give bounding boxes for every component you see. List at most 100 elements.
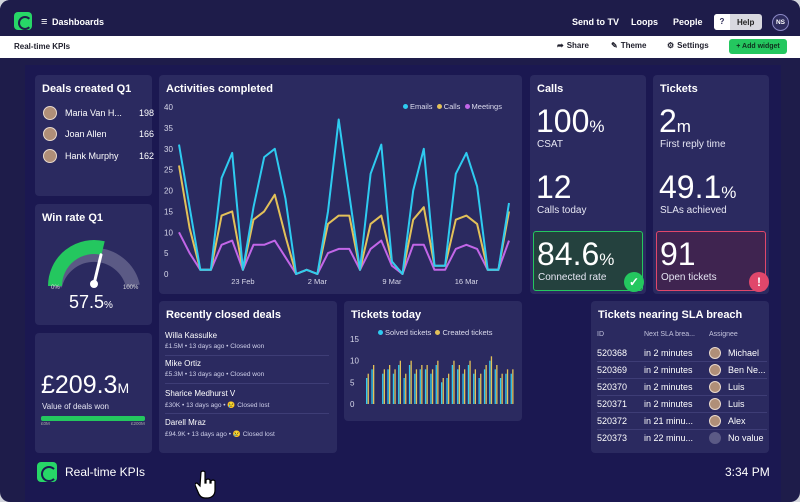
reply-time-value: 2m [659, 105, 691, 137]
tickets-today-widget[interactable]: Tickets today Solved tickets Created tic… [344, 301, 522, 421]
column-header[interactable]: Next SLA brea... [644, 331, 695, 338]
y-tick-label: 10 [164, 228, 173, 237]
list-item[interactable]: Mike Ortiz £5.3M • 13 days ago • Closed … [165, 359, 329, 385]
avatar [43, 106, 57, 120]
bar-solved-tickets [435, 365, 437, 404]
table-row[interactable]: 520371 in 2 minutes Luis [597, 396, 767, 413]
theme-button[interactable]: ✎ Theme [611, 41, 647, 50]
leaderboard-row: Joan Allen 166 [43, 126, 154, 144]
user-avatar[interactable]: NS [772, 14, 789, 31]
avatar [43, 127, 57, 141]
breach-time: in 22 minu... [644, 433, 694, 443]
deal-name: Willa Kassulke [165, 331, 218, 340]
person-name: Maria Van H... [65, 108, 122, 118]
y-tick-label: 30 [164, 145, 173, 154]
csat-unit: % [589, 117, 605, 136]
check-icon: ✓ [624, 272, 644, 292]
bar-solved-tickets [483, 369, 486, 404]
bar-solved-tickets [505, 373, 507, 404]
ticket-id: 520373 [597, 433, 628, 443]
calls-widget[interactable]: Calls 100% CSAT 12 Calls today 84.6% Con… [530, 75, 646, 294]
bar-created-tickets [405, 373, 407, 404]
progress-max-label: £200M [131, 421, 145, 426]
bar-solved-tickets [489, 360, 491, 404]
deal-count: 162 [138, 151, 154, 161]
bar-created-tickets [512, 369, 514, 404]
add-widget-button[interactable]: + Add widget [729, 39, 787, 54]
widget-title: Deals created Q1 [42, 83, 132, 95]
csat-label: CSAT [537, 139, 563, 150]
person-name: Hank Murphy [65, 151, 119, 161]
ticket-id: 520368 [597, 348, 628, 358]
table-row[interactable]: 520370 in 2 minutes Luis [597, 379, 767, 396]
bar-solved-tickets [451, 365, 453, 404]
bar-solved-tickets [419, 369, 421, 404]
top-nav: ≡ Dashboards Send to TV Loops People ? H… [0, 0, 800, 38]
sla-breach-widget[interactable]: Tickets nearing SLA breach ID Next SLA b… [591, 301, 769, 453]
help-button[interactable]: ? Help [714, 14, 762, 30]
y-tick-label: 20 [164, 187, 173, 196]
menu-icon[interactable]: ≡ [41, 16, 47, 28]
reply-time-label: First reply time [660, 139, 726, 150]
widget-title: Tickets nearing SLA breach [598, 309, 743, 321]
table-row[interactable]: 520372 in 21 minu... Alex [597, 413, 767, 430]
x-tick-label: 9 Mar [382, 277, 402, 286]
assignee-name: Ben Ne... [728, 365, 766, 375]
deals-value-amount: £209.3M [41, 371, 129, 400]
bar-created-tickets [442, 378, 444, 404]
bar-solved-tickets [424, 369, 427, 404]
bar-created-tickets [480, 373, 482, 404]
breach-time: in 2 minutes [644, 399, 693, 409]
open-tickets-label: Open tickets [661, 272, 717, 283]
win-rate-widget[interactable]: Win rate Q1 0% 100% 57.5% [35, 204, 152, 325]
app-window: ≡ Dashboards Send to TV Loops People ? H… [0, 0, 800, 502]
hand-cursor-icon [195, 470, 216, 499]
bar-created-tickets [490, 356, 493, 404]
bar-created-tickets [373, 365, 375, 404]
avatar [709, 364, 721, 376]
deals-value-widget[interactable]: £209.3M Value of deals won £0M £200M [35, 333, 152, 453]
table-row[interactable]: 520369 in 2 minutes Ben Ne... [597, 362, 767, 379]
deal-meta: £5.3M • 13 days ago • Closed won [165, 371, 265, 378]
bar-created-tickets [448, 373, 450, 404]
help-label: Help [737, 18, 755, 27]
bar-created-tickets [501, 373, 503, 404]
deal-name: Mike Ortiz [165, 359, 201, 368]
avatar [709, 398, 721, 410]
app-logo-icon[interactable] [14, 12, 32, 30]
tickets-widget[interactable]: Tickets 2m First reply time 49.1% SLAs a… [653, 75, 769, 294]
alert-icon: ! [749, 272, 769, 292]
y-tick-label: 10 [350, 357, 359, 366]
nav-people[interactable]: People [673, 17, 703, 27]
assignee-name: No value [728, 433, 764, 443]
nav-send-to-tv[interactable]: Send to TV [572, 17, 619, 27]
breach-time: in 2 minutes [644, 348, 693, 358]
connected-number: 84.6 [537, 236, 600, 272]
bar-created-tickets [394, 369, 396, 404]
assignee-name: Alex [728, 416, 746, 426]
bar-created-tickets [389, 365, 391, 404]
list-item[interactable]: Willa Kassulke £1.5M • 13 days ago • Clo… [165, 331, 329, 357]
table-row[interactable]: 520368 in 2 minutes Michael [597, 345, 767, 362]
widget-title: Calls [537, 83, 564, 95]
bar-solved-tickets [478, 378, 480, 404]
deals-created-widget[interactable]: Deals created Q1 Maria Van H... 198 Joan… [35, 75, 154, 196]
win-rate-value: 57.5% [69, 292, 113, 313]
list-item[interactable]: Sharice Medhurst V £30K • 13 days ago • … [165, 389, 329, 415]
breach-time: in 2 minutes [644, 365, 693, 375]
dashboards-menu[interactable]: Dashboards [52, 17, 104, 27]
activities-widget[interactable]: Activities completed Emails Calls Meetin… [159, 75, 522, 294]
amount-suffix: M [117, 380, 130, 396]
list-item[interactable]: Darell Mraz £94.9K • 13 days ago • 😢 Clo… [165, 418, 315, 444]
closed-deals-widget[interactable]: Recently closed deals Willa Kassulke £1.… [159, 301, 337, 453]
nav-loops[interactable]: Loops [631, 17, 658, 27]
column-header[interactable]: ID [597, 331, 604, 338]
share-button[interactable]: ➦ Share [557, 41, 589, 50]
settings-button[interactable]: ⚙ Settings [667, 41, 709, 50]
deal-count: 166 [138, 129, 154, 139]
assignee-name: Luis [728, 399, 745, 409]
table-row[interactable]: 520373 in 22 minu... No value [597, 430, 767, 446]
gauge-hub [90, 280, 98, 288]
column-header[interactable]: Assignee [709, 331, 738, 338]
bar-solved-tickets [392, 373, 395, 404]
